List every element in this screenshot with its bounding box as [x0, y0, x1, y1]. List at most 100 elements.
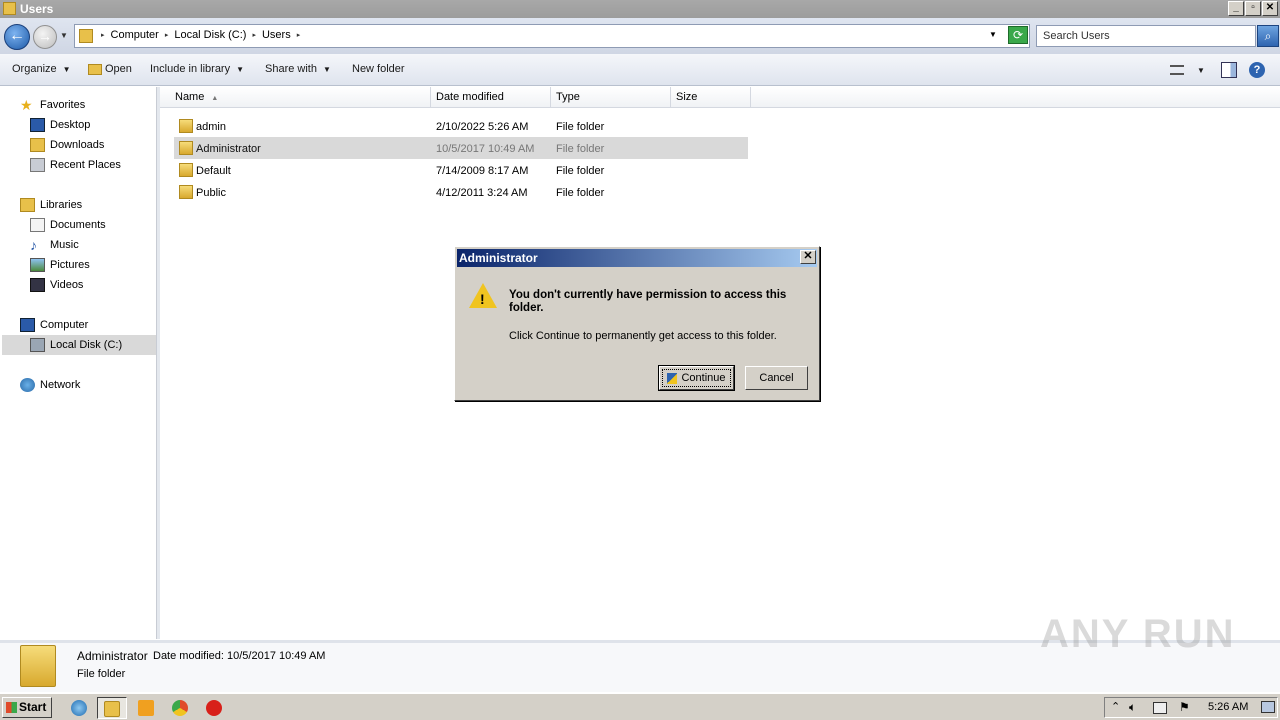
nav-desktop[interactable]: Desktop [30, 116, 90, 134]
breadcrumb-computer[interactable]: Computer [111, 29, 159, 41]
address-dropdown-icon[interactable]: ▼ [989, 30, 997, 39]
chevron-icon[interactable]: ▸ [297, 31, 301, 39]
open-folder-icon [88, 63, 102, 75]
file-row[interactable]: Public 4/12/2011 3:24 AM File folder [174, 181, 748, 203]
nav-computer[interactable]: Computer [20, 316, 88, 334]
breadcrumb-users[interactable]: Users [262, 29, 291, 41]
nav-documents[interactable]: Documents [30, 216, 106, 234]
file-date: 10/5/2017 10:49 AM [436, 143, 535, 155]
dialog-title: Administrator [457, 249, 817, 267]
nav-label: Videos [50, 279, 84, 291]
chrome-icon [172, 700, 188, 716]
recent-pages-dropdown[interactable]: ▼ [60, 31, 68, 40]
folder-icon [79, 29, 93, 43]
taskbar-media-player[interactable] [131, 697, 161, 719]
start-button[interactable]: Start [2, 697, 52, 718]
chevron-icon[interactable]: ▸ [252, 31, 256, 39]
clock[interactable]: 5:26 AM [1208, 701, 1248, 713]
stop-icon [206, 700, 222, 716]
chevron-icon[interactable]: ▸ [101, 31, 105, 39]
show-desktop-icon[interactable] [1261, 701, 1275, 713]
file-name: Default [196, 165, 231, 177]
address-row: ← → ▼ ▸ Computer ▸ Local Disk (C:) ▸ Use… [0, 18, 1280, 54]
file-row[interactable]: Default 7/14/2009 8:17 AM File folder [174, 159, 748, 181]
action-center-flag-icon[interactable]: ⚑ [1179, 700, 1190, 714]
close-button[interactable]: ✕ [1262, 1, 1278, 16]
refresh-button[interactable]: ⟳ [1008, 26, 1028, 44]
dialog-close-button[interactable]: ✕ [800, 250, 816, 264]
cancel-button[interactable]: Cancel [745, 366, 808, 390]
taskbar-chrome[interactable] [165, 697, 195, 719]
show-hidden-icons[interactable]: ⌃ [1111, 700, 1120, 713]
folder-icon [3, 2, 16, 15]
file-type: File folder [556, 165, 605, 177]
nav-libraries[interactable]: Libraries [20, 196, 82, 214]
search-icon[interactable]: ⌕ [1257, 25, 1279, 47]
watermark: ANY RUN [1040, 612, 1236, 656]
nav-label: Desktop [50, 119, 91, 131]
preview-pane-icon[interactable] [1221, 62, 1237, 78]
dialog-subtext: Click Continue to permanently get access… [509, 330, 777, 342]
column-header-row: Name ▲ Date modified Type Size [160, 87, 1280, 108]
minimize-button[interactable]: _ [1228, 1, 1244, 16]
media-player-icon [138, 700, 154, 716]
nav-recent-places[interactable]: Recent Places [30, 156, 121, 174]
start-label: Start [19, 700, 47, 714]
continue-label: Continue [681, 372, 726, 384]
window-title: Users [20, 2, 54, 16]
file-name: Administrator [196, 143, 261, 155]
maximize-button[interactable]: ▫ [1245, 1, 1261, 16]
nav-label: Favorites [40, 99, 86, 111]
include-in-library-label: Include in library [150, 63, 231, 75]
file-type: File folder [556, 121, 605, 133]
address-bar[interactable]: ▸ Computer ▸ Local Disk (C:) ▸ Users ▸ ▼ [74, 24, 1030, 48]
volume-icon[interactable]: 🔈︎ [1129, 700, 1136, 715]
file-row-selected[interactable]: Administrator 10/5/2017 10:49 AM File fo… [174, 137, 748, 159]
continue-button[interactable]: Continue [658, 365, 735, 391]
column-name[interactable]: Name ▲ [170, 87, 431, 108]
file-name: admin [196, 121, 226, 133]
breadcrumb-local-disk[interactable]: Local Disk (C:) [174, 29, 246, 41]
taskbar-ie[interactable] [64, 697, 94, 719]
forward-button[interactable]: → [33, 25, 57, 49]
nav-videos[interactable]: Videos [30, 276, 83, 294]
recent-places-icon [30, 158, 45, 172]
taskbar-stop-app[interactable] [199, 697, 229, 719]
share-with-label: Share with [265, 63, 317, 75]
permission-dialog: Administrator ✕ ! You don't currently ha… [454, 246, 820, 401]
internet-explorer-icon [71, 700, 87, 716]
new-folder-button[interactable]: New folder [352, 63, 405, 75]
nav-label: Downloads [50, 139, 105, 151]
taskbar-explorer[interactable] [97, 697, 127, 719]
nav-downloads[interactable]: Downloads [30, 136, 104, 154]
nav-pictures[interactable]: Pictures [30, 256, 90, 274]
column-date-modified[interactable]: Date modified [431, 87, 551, 108]
column-type[interactable]: Type [551, 87, 671, 108]
chevron-icon[interactable]: ▸ [165, 31, 169, 39]
file-type: File folder [556, 187, 605, 199]
videos-icon [30, 278, 45, 292]
open-button[interactable]: Open [88, 63, 132, 75]
nav-local-disk[interactable]: Local Disk (C:) [2, 335, 156, 355]
view-options-icon[interactable] [1170, 65, 1184, 75]
share-with-button[interactable]: Share with ▼ [265, 63, 331, 75]
file-name: Public [196, 187, 226, 199]
explorer-folder-icon [104, 701, 120, 717]
search-input[interactable]: Search Users [1036, 25, 1256, 47]
help-icon[interactable]: ? [1249, 62, 1265, 78]
nav-label: Documents [50, 219, 106, 231]
file-row[interactable]: admin 2/10/2022 5:26 AM File folder [174, 115, 748, 137]
title-bar: Users _ ▫ ✕ [0, 0, 1280, 18]
view-dropdown-icon[interactable]: ▼ [1197, 66, 1205, 75]
file-date: 4/12/2011 3:24 AM [436, 187, 528, 199]
organize-button[interactable]: Organize ▼ [12, 63, 71, 75]
details-type: File folder [77, 668, 126, 680]
nav-network[interactable]: Network [20, 376, 80, 394]
nav-favorites[interactable]: ★ Favorites [20, 96, 85, 114]
nav-music[interactable]: ♪ Music [30, 236, 79, 254]
network-tray-icon[interactable] [1153, 702, 1167, 714]
include-in-library-button[interactable]: Include in library ▼ [150, 63, 244, 75]
shield-icon [667, 372, 678, 384]
column-size[interactable]: Size [671, 87, 751, 108]
back-button[interactable]: ← [4, 24, 30, 50]
